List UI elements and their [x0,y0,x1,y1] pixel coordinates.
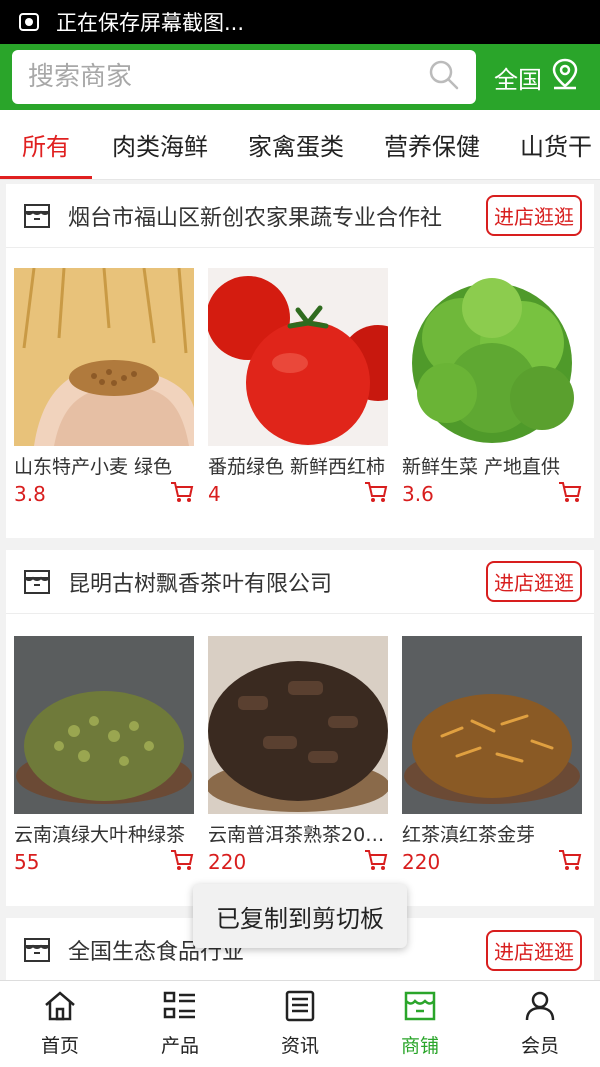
shop-name[interactable]: 烟台市福山区新创农家果蔬专业合作社 [68,200,472,232]
nav-products[interactable]: 产品 [120,981,240,1067]
product-row: 云南滇绿大叶种绿茶 55 云南普洱茶熟茶2019 220 红茶滇红茶金芽 220 [6,636,594,875]
tab-poultry-eggs[interactable]: 家禽蛋类 [228,110,364,179]
shop-card: 烟台市福山区新创农家果蔬专业合作社 进店逛逛 山东特产小麦 绿色 3.8 番茄绿… [6,184,594,538]
tab-nutrition[interactable]: 营养保健 [364,110,500,179]
product-image-wheat[interactable] [14,268,194,446]
nav-member[interactable]: 会员 [480,981,600,1067]
product-list-icon [163,990,197,1031]
product-price: 4 [208,482,221,506]
visit-shop-button[interactable]: 进店逛逛 [486,561,582,602]
category-tabs: 所有 肉类海鲜 家禽蛋类 营养保健 山货干 [0,110,600,180]
search-icon[interactable] [428,59,460,95]
visit-shop-button[interactable]: 进店逛逛 [486,929,582,971]
product-image-tomato[interactable] [208,268,388,446]
nav-news[interactable]: 资讯 [240,981,360,1067]
screenshot-icon [18,11,40,33]
shop-header: 烟台市福山区新创农家果蔬专业合作社 进店逛逛 [6,184,594,248]
product-price: 220 [402,850,441,874]
product-item[interactable]: 新鲜生菜 产地直供 3.6 [402,268,582,507]
product-name: 番茄绿色 新鲜西红柿 [208,456,386,478]
search-box[interactable] [12,50,476,104]
cart-icon[interactable] [558,849,582,875]
nav-label: 商铺 [400,1035,439,1057]
shop-icon [22,935,52,965]
product-price: 55 [14,850,40,874]
shop-icon [403,990,437,1031]
product-name: 山东特产小麦 绿色 [14,456,173,478]
shop-icon [22,201,52,231]
product-name: 新鲜生菜 产地直供 [402,456,561,478]
region-label: 全国 [494,65,542,94]
product-item[interactable]: 云南普洱茶熟茶2019 220 [208,636,388,875]
product-item[interactable]: 番茄绿色 新鲜西红柿 4 [208,268,388,507]
status-notification: 正在保存屏幕截图... [56,11,245,35]
tab-mountain-goods[interactable]: 山货干 [500,110,600,179]
cart-icon[interactable] [170,481,194,507]
product-image-lettuce[interactable] [402,268,582,446]
product-price: 3.6 [402,482,434,506]
product-item[interactable]: 云南滇绿大叶种绿茶 55 [14,636,194,875]
tab-all[interactable]: 所有 [0,110,92,179]
nav-label: 资讯 [280,1035,319,1057]
product-image-puer-tea[interactable] [208,636,388,814]
cart-icon[interactable] [364,849,388,875]
top-bar: 全国 [0,44,600,110]
nav-label: 会员 [520,1035,559,1057]
product-item[interactable]: 红茶滇红茶金芽 220 [402,636,582,875]
region-selector[interactable]: 全国 [494,58,580,96]
nav-shops[interactable]: 商铺 [360,981,480,1067]
product-image-black-tea[interactable] [402,636,582,814]
home-icon [43,990,77,1031]
nav-home[interactable]: 首页 [0,981,120,1067]
shop-icon [22,567,52,597]
visit-shop-button[interactable]: 进店逛逛 [486,195,582,236]
product-item[interactable]: 山东特产小麦 绿色 3.8 [14,268,194,507]
bottom-nav: 首页 产品 资讯 商铺 会员 [0,980,600,1067]
news-icon [283,990,317,1031]
product-price: 220 [208,850,247,874]
shop-header: 昆明古树飘香茶叶有限公司 进店逛逛 [6,550,594,614]
member-icon [523,990,557,1031]
search-input[interactable] [28,62,388,92]
product-price: 3.8 [14,482,46,506]
location-pin-icon [542,58,580,96]
nav-label: 首页 [40,1035,79,1057]
shop-card: 昆明古树飘香茶叶有限公司 进店逛逛 云南滇绿大叶种绿茶 55 云南普洱茶熟茶20… [6,550,594,906]
copied-toast: 已复制到剪切板 [193,884,407,948]
cart-icon[interactable] [170,849,194,875]
product-name: 云南普洱茶熟茶2019 [208,824,388,846]
product-name: 红茶滇红茶金芽 [402,824,536,846]
cart-icon[interactable] [558,481,582,507]
status-bar: 正在保存屏幕截图... [0,0,600,44]
product-image-green-tea[interactable] [14,636,194,814]
product-row: 山东特产小麦 绿色 3.8 番茄绿色 新鲜西红柿 4 新鲜生菜 产地直供 3.6 [6,268,594,507]
tab-meat-seafood[interactable]: 肉类海鲜 [92,110,228,179]
nav-label: 产品 [160,1035,199,1057]
cart-icon[interactable] [364,481,388,507]
product-name: 云南滇绿大叶种绿茶 [14,824,186,846]
shop-name[interactable]: 昆明古树飘香茶叶有限公司 [68,566,472,598]
